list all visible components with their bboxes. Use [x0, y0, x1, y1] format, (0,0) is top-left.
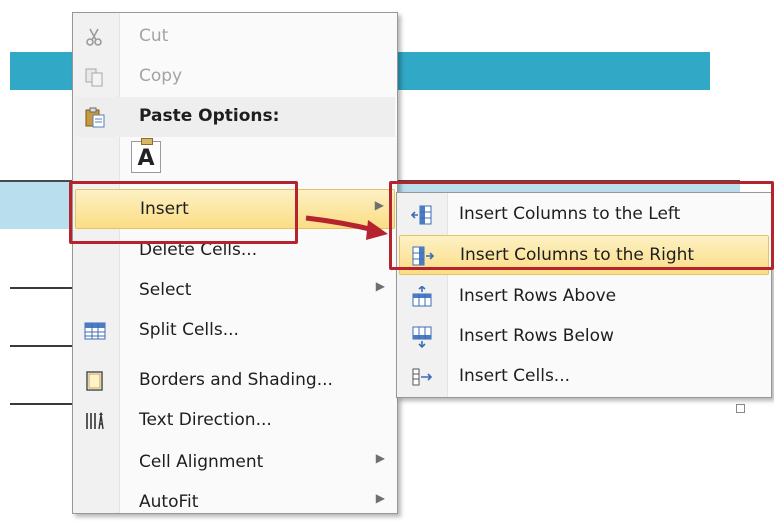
- menu-item-label: AutoFit: [139, 492, 199, 512]
- context-menu: Cut Copy Paste Options: A Insert ▶ Delet…: [72, 12, 398, 514]
- menu-item-label: Cell Alignment: [139, 452, 264, 472]
- annotation-arrow-icon: [305, 215, 388, 240]
- table-resize-handle[interactable]: [736, 404, 745, 413]
- menu-item-label: Split Cells...: [139, 320, 239, 340]
- submenu-item-label: Insert Rows Above: [459, 286, 617, 306]
- paste-keep-text-only-button[interactable]: A: [131, 138, 161, 173]
- menu-item-text-direction[interactable]: Text Direction...: [75, 401, 395, 441]
- menu-item-cell-alignment[interactable]: Cell Alignment ▶: [75, 443, 395, 483]
- paste-icon: [84, 106, 106, 128]
- text-direction-icon: [84, 410, 106, 432]
- menu-item-split-cells[interactable]: Split Cells...: [75, 311, 395, 351]
- copy-icon: [84, 66, 106, 88]
- annotation-highlight-insert-columns-right: [389, 181, 774, 270]
- menu-item-borders-and-shading[interactable]: Borders and Shading...: [75, 361, 395, 401]
- insert-cells-icon: [411, 366, 433, 388]
- menu-item-label: Text Direction...: [139, 410, 272, 430]
- menu-item-label: Select: [139, 280, 192, 300]
- paste-options-header: Paste Options:: [75, 97, 395, 137]
- menu-item-cut[interactable]: Cut: [75, 17, 395, 57]
- submenu-item-label: Insert Cells...: [459, 366, 571, 386]
- insert-rows-above-icon: [411, 285, 433, 308]
- menu-item-label: Borders and Shading...: [139, 370, 333, 390]
- borders-shading-icon: [84, 370, 106, 392]
- menu-item-autofit[interactable]: AutoFit ▶: [75, 483, 395, 523]
- menu-item-select[interactable]: Select ▶: [75, 271, 395, 311]
- menu-item-label: Cut: [139, 26, 169, 46]
- menu-item-label: Paste Options:: [139, 106, 280, 126]
- submenu-item-insert-rows-below[interactable]: Insert Rows Below: [399, 317, 769, 357]
- submenu-arrow-icon: ▶: [375, 279, 385, 293]
- table-border-line: [10, 345, 80, 347]
- insert-rows-below-icon: [411, 326, 433, 349]
- table-border-line: [10, 403, 80, 405]
- scissors-icon: [84, 26, 106, 48]
- menu-item-label: Copy: [139, 66, 183, 86]
- submenu-item-insert-cells[interactable]: Insert Cells...: [399, 357, 769, 397]
- annotation-highlight-insert: [69, 181, 298, 244]
- submenu-item-label: Insert Rows Below: [459, 326, 614, 346]
- submenu-arrow-icon: ▶: [375, 491, 385, 505]
- submenu-item-insert-rows-above[interactable]: Insert Rows Above: [399, 277, 769, 317]
- table-border-line: [10, 287, 80, 289]
- submenu-arrow-icon: ▶: [375, 451, 385, 465]
- split-cells-icon: [84, 320, 106, 342]
- menu-item-copy[interactable]: Copy: [75, 57, 395, 97]
